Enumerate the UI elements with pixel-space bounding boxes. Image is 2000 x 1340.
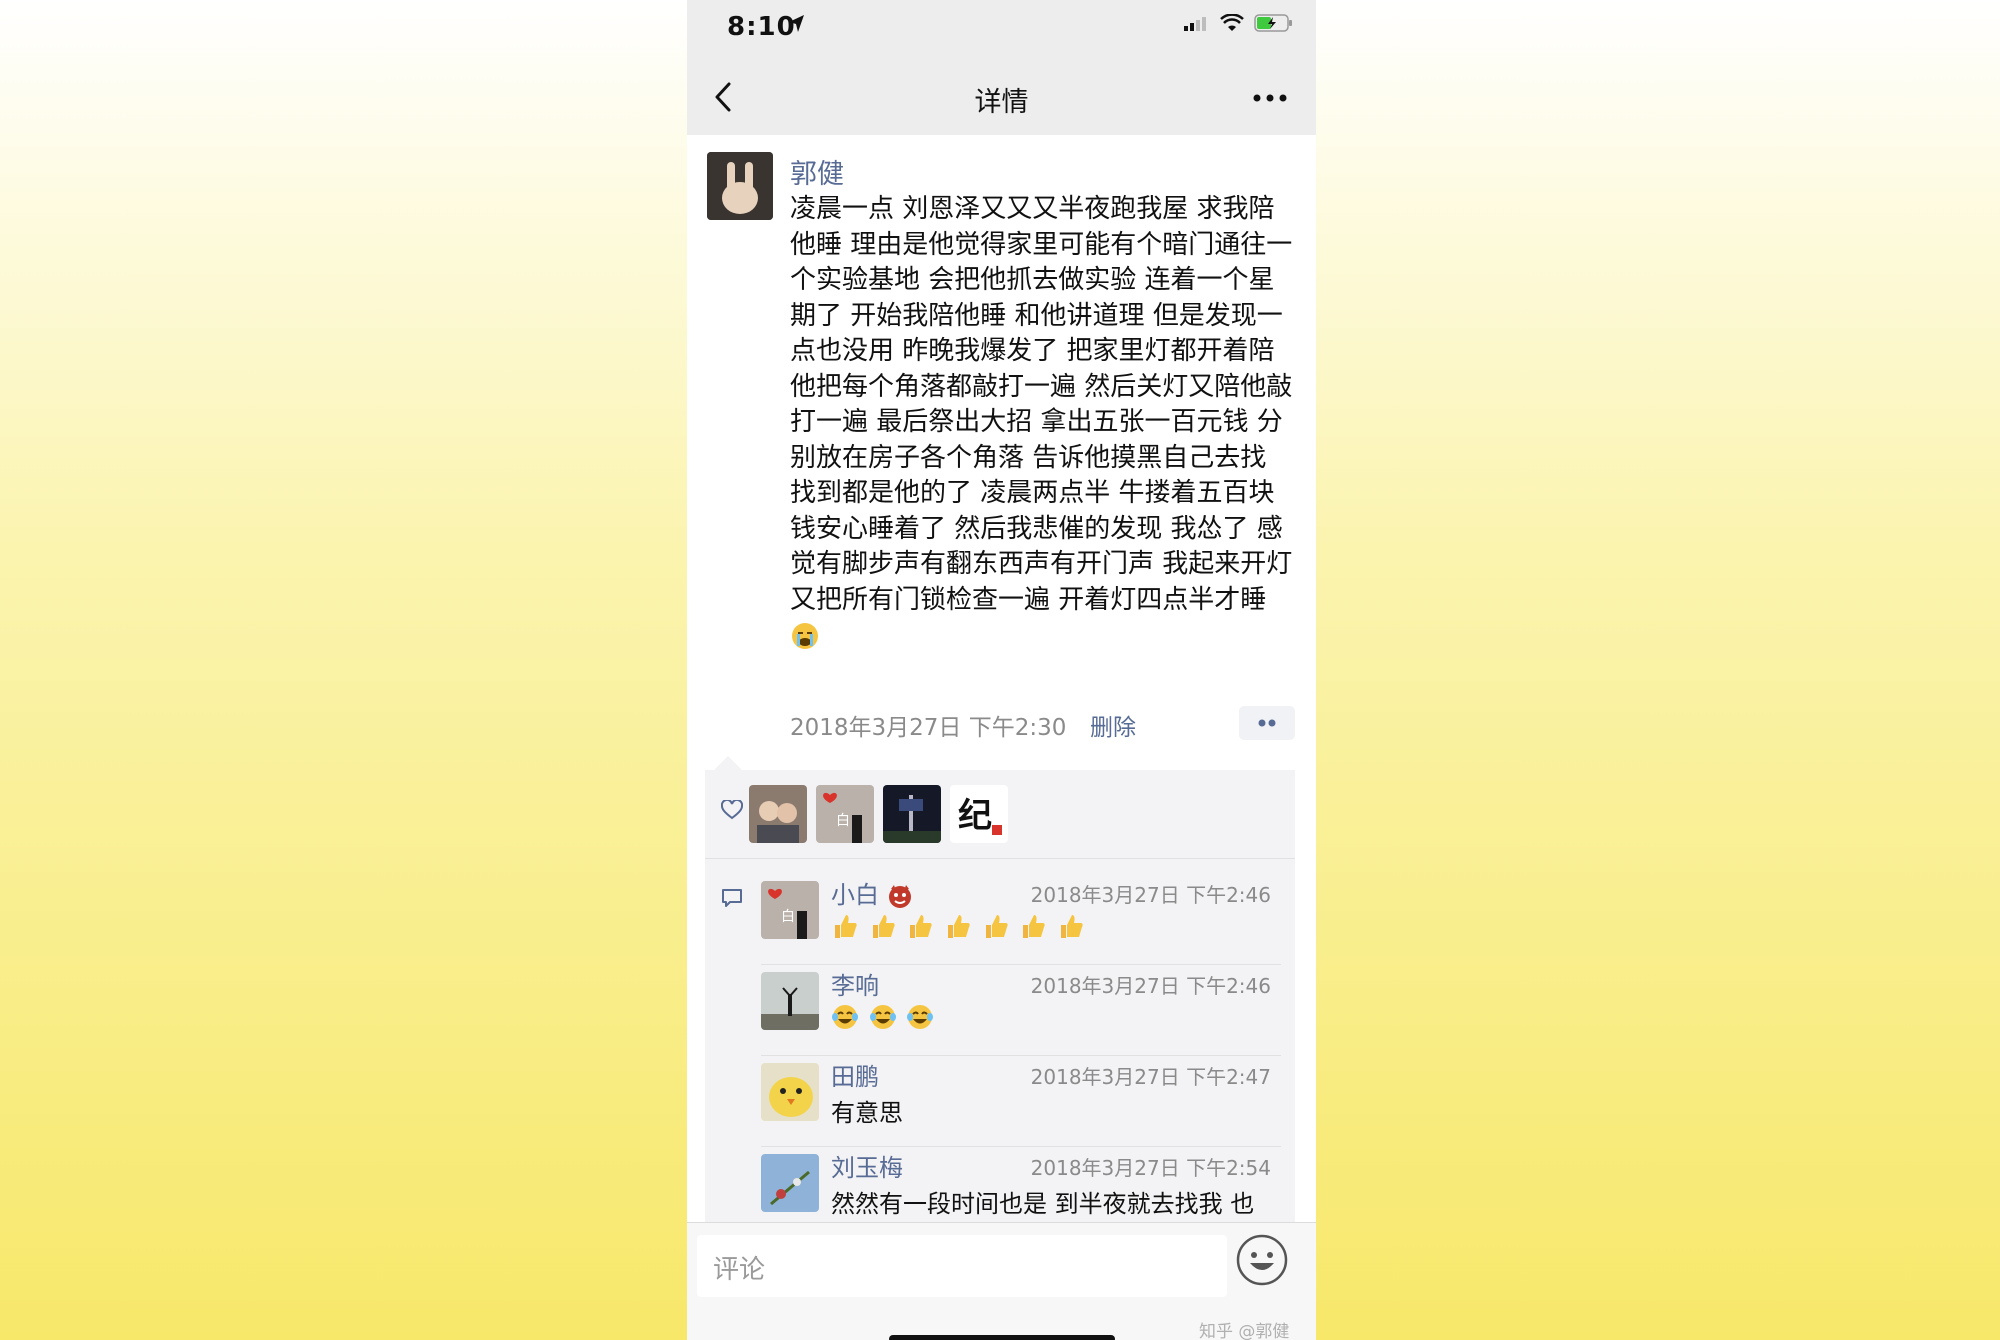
- post-text: 凌晨一点 刘恩泽又又又半夜跑我屋 求我陪他睡 理由是他觉得家里可能有个暗门通往一…: [790, 192, 1300, 654]
- two-dots-icon: [1258, 719, 1276, 727]
- comment-emojis: [831, 911, 1087, 940]
- delete-link[interactable]: 删除: [1090, 708, 1136, 742]
- thumbs-up-icon: [947, 915, 970, 938]
- wifi-icon: [1220, 14, 1244, 31]
- location-arrow-icon: [789, 15, 804, 32]
- home-indicator[interactable]: [889, 1335, 1115, 1340]
- svg-text:白: 白: [836, 813, 850, 829]
- author-name[interactable]: 郭健: [790, 152, 844, 191]
- devil-emoji-icon: [888, 885, 911, 908]
- commenter-name[interactable]: 小白: [831, 875, 913, 910]
- laugh-cry-emoji-icon: [869, 1005, 896, 1029]
- thumbs-up-icon: [872, 915, 895, 938]
- like-avatar-image: [749, 785, 807, 843]
- laugh-cry-emoji-icon: [832, 1005, 858, 1029]
- thumbs-up-icon: [835, 915, 857, 938]
- commenter-name[interactable]: 刘玉梅: [831, 1148, 903, 1183]
- comment-emojis: [831, 1002, 936, 1031]
- comment-time: 2018年3月27日 下午2:47: [1030, 1065, 1271, 1089]
- commenter-avatar-image: [761, 972, 819, 1030]
- like-comment-menu-button[interactable]: [1239, 706, 1295, 740]
- comment-time: 2018年3月27日 下午2:46: [1030, 883, 1271, 907]
- comment-time: 2018年3月27日 下午2:54: [1030, 1156, 1271, 1180]
- commenter-name[interactable]: 田鹏: [831, 1057, 879, 1092]
- comment-input-placeholder: 评论: [713, 1255, 766, 1285]
- like-avatar[interactable]: 白: [816, 785, 874, 843]
- signal-icon: [1184, 17, 1206, 31]
- comment-time: 2018年3月27日 下午2:46: [1030, 974, 1271, 998]
- author-avatar-image: [707, 152, 773, 220]
- svg-text:纪: 纪: [958, 796, 992, 836]
- commenter-avatar[interactable]: 白: [761, 881, 819, 939]
- post-timestamp: 2018年3月27日 下午2:30: [790, 715, 1067, 741]
- emoji-button[interactable]: [1235, 1233, 1289, 1287]
- author-avatar[interactable]: [707, 152, 773, 220]
- status-time: 8:10: [727, 12, 796, 42]
- commenter-avatar[interactable]: [761, 1063, 819, 1121]
- like-avatar-image: [883, 785, 941, 843]
- svg-text:白: 白: [781, 909, 795, 925]
- commenter-avatar-image: [761, 1154, 819, 1212]
- likes-row: 白 纪: [705, 770, 1295, 859]
- comment-area-caret: [714, 756, 742, 770]
- comment-divider: [761, 1055, 1281, 1056]
- page-title: 详情: [974, 87, 1029, 118]
- comment-text: 然然有一段时间也是 到半夜就去找我 也: [831, 1190, 1255, 1218]
- thumbs-up-icon: [1060, 915, 1083, 938]
- commenter-avatar[interactable]: [761, 972, 819, 1030]
- commenter-name-text: 小白: [831, 881, 879, 909]
- like-avatar[interactable]: 纪: [950, 785, 1008, 843]
- comment-item[interactable]: 李响 2018年3月27日 下午2:46: [761, 966, 1281, 1056]
- battery-icon: [1254, 14, 1292, 32]
- heart-icon: [721, 800, 743, 820]
- crying-emoji-icon: [792, 622, 818, 649]
- more-button[interactable]: [1252, 88, 1288, 108]
- thumbs-up-icon: [910, 915, 932, 938]
- comment-divider: [761, 964, 1281, 965]
- watermark: 知乎 @郭健: [1199, 1322, 1290, 1340]
- comment-icon: [722, 889, 742, 907]
- like-avatar-image: 纪: [950, 785, 1008, 843]
- comment-text: 有意思: [831, 1099, 903, 1127]
- like-avatar-image: 白: [816, 785, 874, 843]
- comment-input[interactable]: 评论: [697, 1235, 1227, 1297]
- top-bar: 8:10 详情: [687, 0, 1316, 135]
- commenter-name[interactable]: 李响: [831, 966, 879, 1001]
- like-avatar[interactable]: [883, 785, 941, 843]
- comment-item[interactable]: 田鹏 2018年3月27日 下午2:47 有意思: [761, 1057, 1281, 1147]
- commenter-avatar[interactable]: [761, 1154, 819, 1212]
- laugh-cry-emoji-icon: [907, 1005, 934, 1029]
- thumbs-up-icon: [985, 915, 1008, 938]
- thumbs-up-icon: [1023, 915, 1045, 938]
- like-avatar[interactable]: [749, 785, 807, 843]
- commenter-avatar-image: [761, 1063, 819, 1121]
- comment-divider: [761, 1146, 1281, 1147]
- commenter-avatar-image: 白: [761, 881, 819, 939]
- comment-item[interactable]: 白 小白 2018年3月27日 下午2:46: [761, 875, 1281, 965]
- status-icons: [1184, 14, 1294, 32]
- phone-screen: 8:10 详情 郭健 凌晨一点 刘恩泽又又又半夜跑我屋 求我陪他睡 理由是他觉得…: [687, 0, 1316, 1340]
- post-body-text: 凌晨一点 刘恩泽又又又半夜跑我屋 求我陪他睡 理由是他觉得家里可能有个暗门通往一…: [790, 194, 1293, 615]
